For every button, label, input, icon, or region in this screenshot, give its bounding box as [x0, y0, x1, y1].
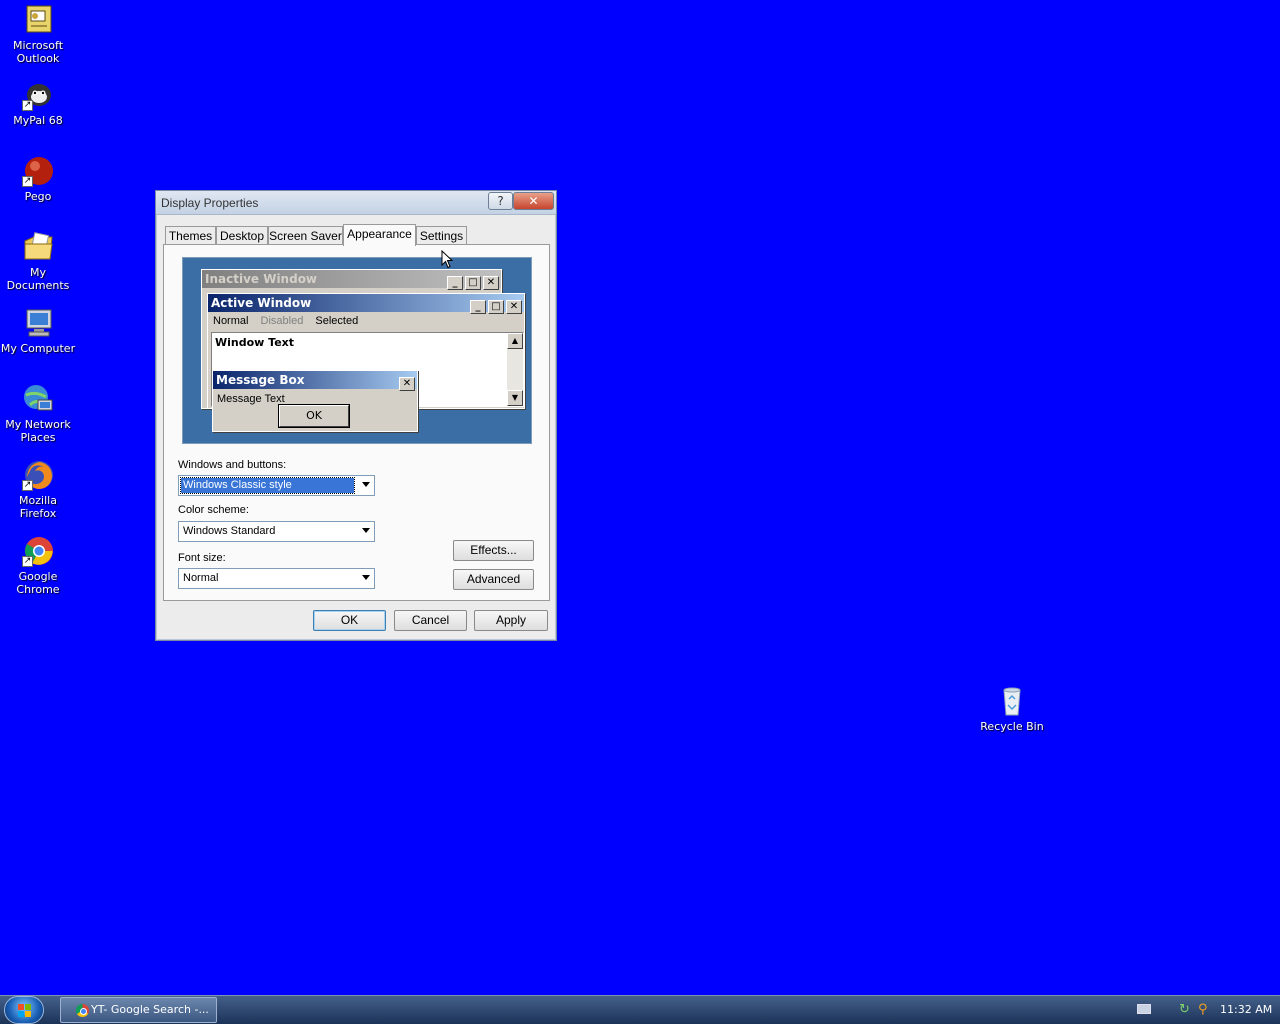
- appearance-panel: Inactive Window _ □ ✕ Active Window _ □ ✕ No…: [163, 244, 550, 601]
- desktop-icon-label: Mozilla Firefox: [19, 494, 57, 520]
- chrome-icon: ↗: [22, 535, 54, 567]
- close-icon: ✕: [483, 276, 499, 290]
- chrome-icon: [76, 1004, 89, 1017]
- advanced-button[interactable]: Advanced: [453, 569, 534, 590]
- help-icon: ?: [497, 194, 504, 208]
- recycle-bin-icon: [996, 685, 1028, 717]
- windows-buttons-select[interactable]: Windows Classic style: [178, 475, 375, 496]
- mypal-icon: ↗: [22, 79, 54, 111]
- help-button[interactable]: ?: [488, 192, 513, 210]
- desktop-icon-label: My Network Places: [5, 418, 71, 444]
- close-icon: ✕: [528, 194, 539, 208]
- window-text: Window Text: [215, 336, 295, 349]
- menu-normal: Normal: [213, 315, 249, 327]
- taskbar-button-chrome[interactable]: YT- Google Search -...: [60, 997, 217, 1023]
- my-documents-icon: [22, 231, 54, 263]
- tab-themes[interactable]: Themes: [165, 226, 216, 246]
- desktop-icon-pego[interactable]: ↗ Pego: [0, 155, 76, 203]
- pego-icon: ↗: [22, 155, 54, 187]
- minimize-icon: _: [447, 276, 463, 290]
- cancel-button[interactable]: Cancel: [394, 610, 467, 631]
- color-scheme-value: Windows Standard: [183, 525, 276, 537]
- tab-desktop[interactable]: Desktop: [216, 226, 268, 246]
- apply-button[interactable]: Apply: [474, 610, 548, 631]
- windows-buttons-value: Windows Classic style: [180, 477, 355, 494]
- desktop-icon-my-documents[interactable]: My Documents: [0, 231, 76, 292]
- search-icon[interactable]: ⚲: [1198, 1002, 1208, 1017]
- desktop-icon-label: My Computer: [0, 342, 76, 355]
- scroll-up-icon: ▲: [507, 333, 523, 349]
- desktop-icon-network[interactable]: My Network Places: [0, 383, 76, 444]
- clock[interactable]: 11:32 AM: [1220, 1003, 1272, 1016]
- menu-disabled: Disabled: [260, 315, 304, 327]
- desktop-icon-my-computer[interactable]: My Computer: [0, 307, 76, 355]
- maximize-icon: □: [465, 276, 481, 290]
- network-icon: [22, 383, 54, 415]
- keyboard-icon[interactable]: [1137, 1004, 1151, 1014]
- desktop-icon-firefox[interactable]: ↗ Mozilla Firefox: [0, 459, 76, 520]
- desktop-icon-label: MyPal 68: [13, 114, 63, 127]
- preview-scrollbar: ▲ ▼: [507, 333, 523, 406]
- shortcut-arrow-icon: ↗: [22, 100, 33, 111]
- shortcut-arrow-icon: ↗: [22, 480, 33, 491]
- firefox-icon: ↗: [22, 459, 54, 491]
- active-window-title: Active Window: [211, 296, 312, 310]
- scroll-down-icon: ▼: [507, 390, 523, 406]
- desktop-icon-label: Recycle Bin: [980, 720, 1044, 733]
- desktop-icon-mypal[interactable]: ↗ MyPal 68: [0, 79, 76, 127]
- desktop-icon-label: Google Chrome: [16, 570, 60, 596]
- my-computer-icon: [22, 307, 54, 339]
- shortcut-arrow-icon: ↗: [22, 556, 33, 567]
- windows-buttons-label: Windows and buttons:: [178, 459, 287, 471]
- close-button[interactable]: ✕: [513, 192, 554, 210]
- mouse-cursor-icon: [441, 249, 454, 272]
- close-icon: ✕: [399, 377, 415, 391]
- message-box-title: Message Box: [216, 373, 305, 387]
- appearance-preview: Inactive Window _ □ ✕ Active Window _ □ ✕ No…: [182, 257, 532, 444]
- preview-menu-bar: Normal Disabled Selected: [208, 312, 524, 330]
- inactive-window-title: Inactive Window: [205, 272, 318, 286]
- desktop-icon-outlook[interactable]: Microsoft Outlook: [0, 4, 76, 65]
- chevron-down-icon: [362, 575, 370, 580]
- color-scheme-label: Color scheme:: [178, 504, 249, 516]
- preview-message-box: Message Box ✕ Message Text OK: [212, 370, 418, 432]
- taskbar-button-label: YT- Google Search -...: [91, 1003, 209, 1016]
- dialog-titlebar[interactable]: Display Properties ? ✕: [156, 191, 556, 215]
- chevron-down-icon: [362, 528, 370, 533]
- chevron-down-icon: [362, 482, 370, 487]
- menu-selected: Selected: [315, 315, 359, 327]
- shortcut-arrow-icon: ↗: [22, 176, 33, 187]
- font-size-select[interactable]: Normal: [178, 568, 375, 589]
- network-status-icon[interactable]: ↻: [1179, 1002, 1190, 1017]
- desktop-icon-label: My Documents: [6, 266, 70, 292]
- desktop-icon-label: Microsoft Outlook: [12, 39, 64, 65]
- desktop-icon-label: Pego: [24, 190, 52, 203]
- ok-button[interactable]: OK: [313, 610, 386, 631]
- color-scheme-select[interactable]: Windows Standard: [178, 521, 375, 542]
- font-size-value: Normal: [183, 572, 219, 584]
- desktop-icon-recycle-bin[interactable]: Recycle Bin: [974, 685, 1050, 733]
- close-icon: ✕: [506, 300, 522, 314]
- tab-appearance[interactable]: Appearance: [343, 224, 416, 246]
- taskbar: YT- Google Search -... ↻ ⚲ 11:32 AM: [0, 995, 1280, 1024]
- minimize-icon: _: [470, 300, 486, 314]
- display-properties-dialog: Display Properties ? ✕ Themes Desktop Sc…: [155, 190, 557, 641]
- tab-screen-saver[interactable]: Screen Saver: [268, 226, 343, 246]
- desktop-icon-chrome[interactable]: ↗ Google Chrome: [0, 535, 76, 596]
- tab-settings[interactable]: Settings: [416, 226, 467, 246]
- outlook-icon: [22, 4, 54, 36]
- dialog-title: Display Properties: [161, 196, 259, 210]
- preview-ok-button: OK: [278, 404, 350, 428]
- effects-button[interactable]: Effects...: [453, 540, 534, 561]
- windows-logo-icon: [18, 1004, 32, 1018]
- maximize-icon: □: [488, 300, 504, 314]
- start-button[interactable]: [4, 996, 44, 1024]
- font-size-label: Font size:: [178, 552, 226, 564]
